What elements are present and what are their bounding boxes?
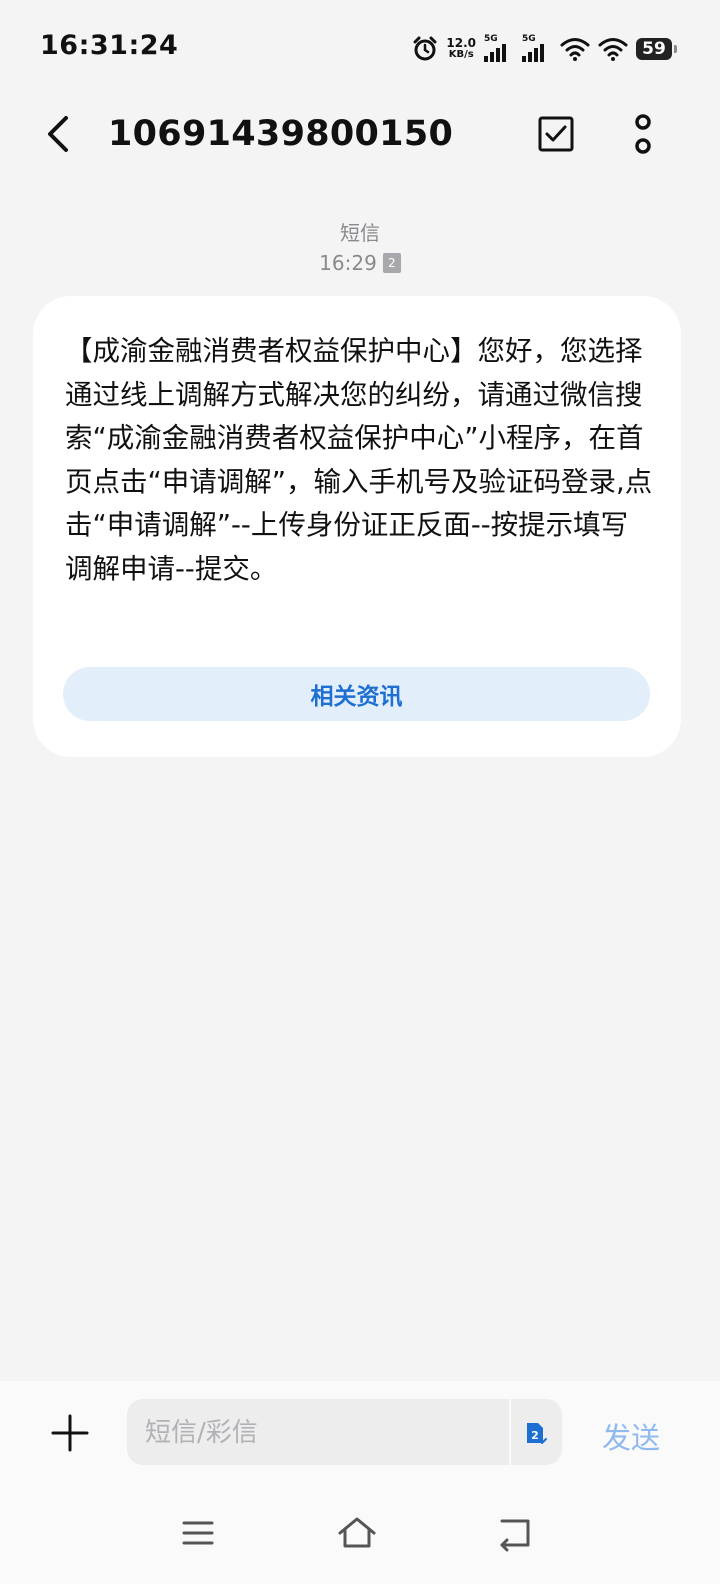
wifi-icon (560, 38, 590, 61)
message-bubble[interactable]: 【成渝金融消费者权益保护中心】您好，您选择通过线上调解方式解决您的纠纷，请通过微… (33, 296, 681, 757)
sim-card-icon: 2 (527, 1423, 547, 1444)
sim2-network-label: 5G (522, 34, 536, 44)
status-bar: 16:31:24 12.0 KB/s 5G 5G 59 (0, 0, 720, 96)
message-input-container: 2 (127, 1399, 562, 1467)
back-button[interactable] (38, 112, 82, 156)
message-meta: 短信 16:29 2 (0, 218, 720, 278)
alarm-icon (413, 36, 437, 61)
wifi-icon (598, 38, 628, 61)
more-options-button[interactable] (628, 110, 658, 158)
nav-back-button[interactable] (494, 1511, 538, 1555)
back-arrow-icon (48, 116, 68, 152)
net-speed-value: 12.0 (446, 36, 476, 50)
navigation-bar (0, 1489, 720, 1584)
channel-label: 短信 (340, 221, 380, 245)
compose-bar: 2 发送 (0, 1381, 720, 1489)
contact-number-title: 10691439800150 (108, 114, 454, 154)
message-text: 【成渝金融消费者权益保护中心】您好，您选择通过线上调解方式解决您的纠纷，请通过微… (65, 335, 653, 585)
message-input[interactable] (143, 1399, 507, 1467)
message-timestamp-row: 16:29 2 (0, 248, 720, 278)
sim-select-button[interactable]: 2 (521, 1419, 549, 1447)
nav-menu-button[interactable] (176, 1511, 220, 1555)
more-vertical-icon (635, 114, 651, 154)
signal-icon: 5G (484, 34, 514, 62)
battery-icon: 59 (636, 38, 677, 60)
send-button[interactable]: 发送 (602, 1415, 660, 1457)
signal-icon: 5G (522, 34, 552, 62)
back-icon (500, 1519, 530, 1552)
select-messages-button[interactable] (536, 114, 576, 154)
sim1-network-label: 5G (484, 34, 498, 44)
net-speed: 12.0 KB/s (446, 36, 476, 60)
nav-home-button[interactable] (335, 1511, 379, 1555)
sim-card-number: 2 (531, 1429, 539, 1442)
input-divider (509, 1399, 511, 1465)
battery-level: 59 (642, 39, 666, 59)
menu-icon (182, 1521, 214, 1545)
status-icons: 12.0 KB/s 5G 5G 59 (412, 34, 677, 64)
sim-badge: 2 (382, 252, 401, 273)
message-timestamp: 16:29 (319, 251, 377, 275)
conversation-header: 10691439800150 (0, 96, 720, 180)
related-info-button[interactable]: 相关资讯 (63, 667, 650, 721)
plus-icon (51, 1414, 89, 1452)
home-icon (338, 1517, 376, 1548)
add-attachment-button[interactable] (50, 1413, 90, 1453)
checkbox-icon (538, 116, 574, 152)
status-time: 16:31:24 (40, 30, 179, 61)
net-speed-unit: KB/s (448, 49, 474, 60)
